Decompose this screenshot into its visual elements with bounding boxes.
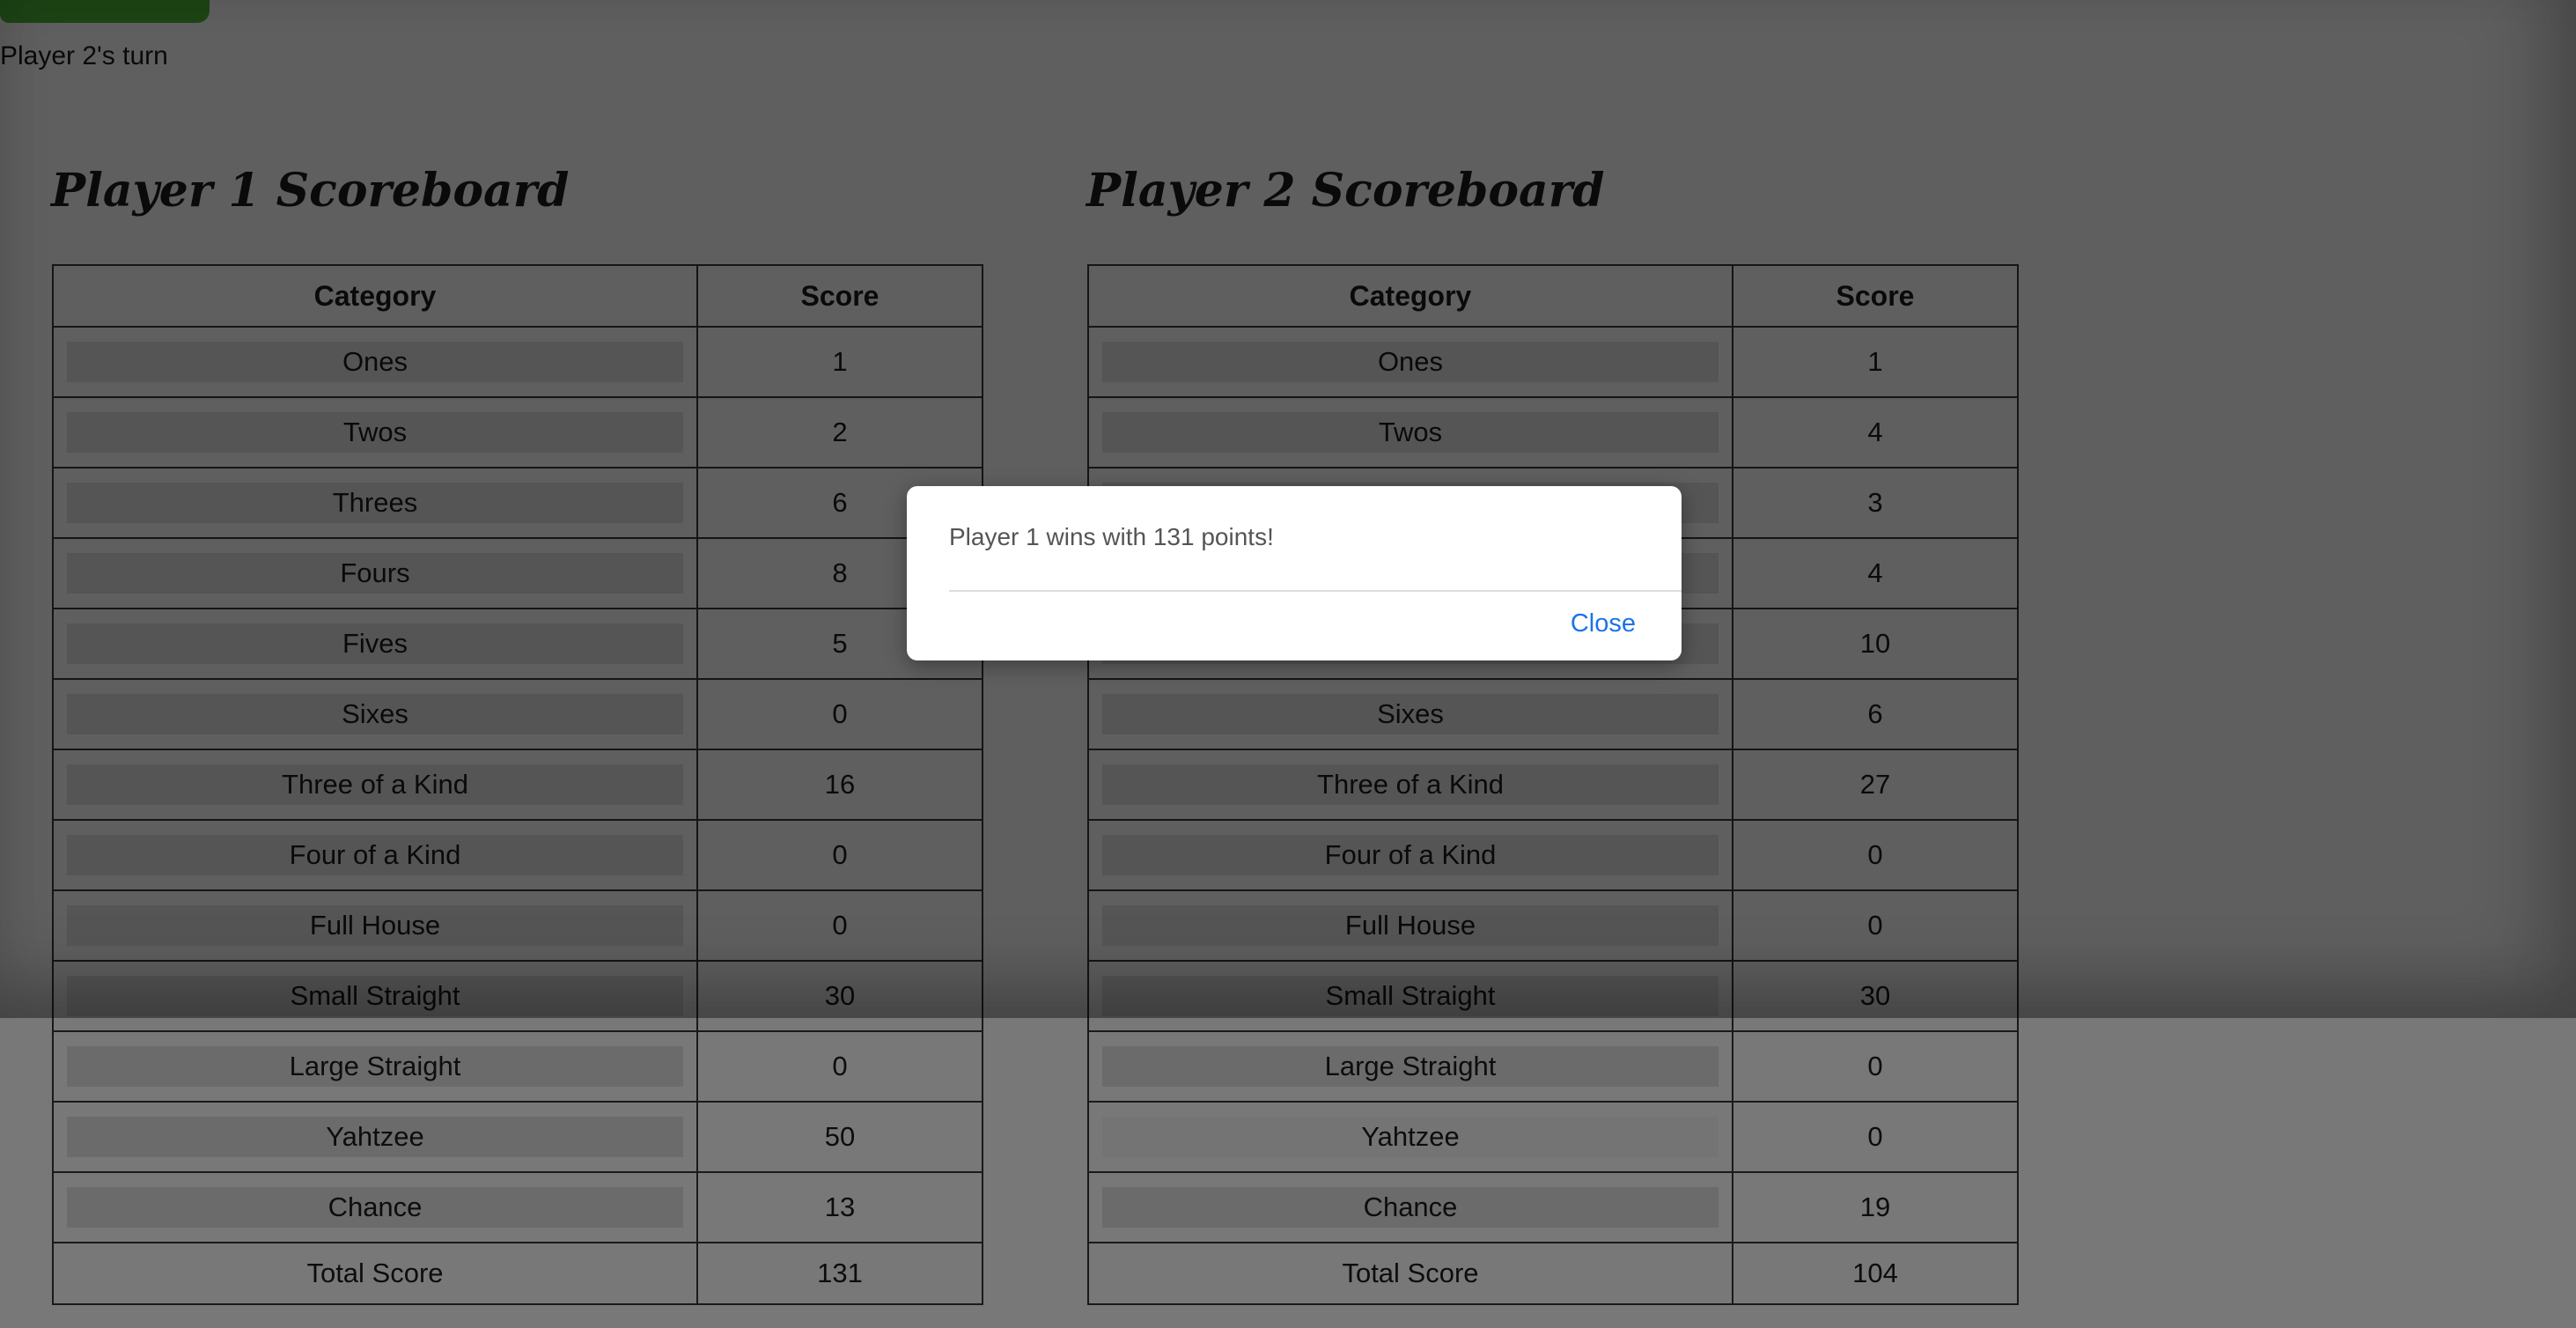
close-button[interactable]: Close [1571, 609, 1636, 638]
modal-backdrop-lower [0, 1018, 2576, 1328]
winner-alert-dialog: Player 1 wins with 131 points! Close [907, 486, 1682, 660]
alert-message: Player 1 wins with 131 points! [949, 523, 1274, 550]
dialog-divider [949, 590, 1682, 592]
